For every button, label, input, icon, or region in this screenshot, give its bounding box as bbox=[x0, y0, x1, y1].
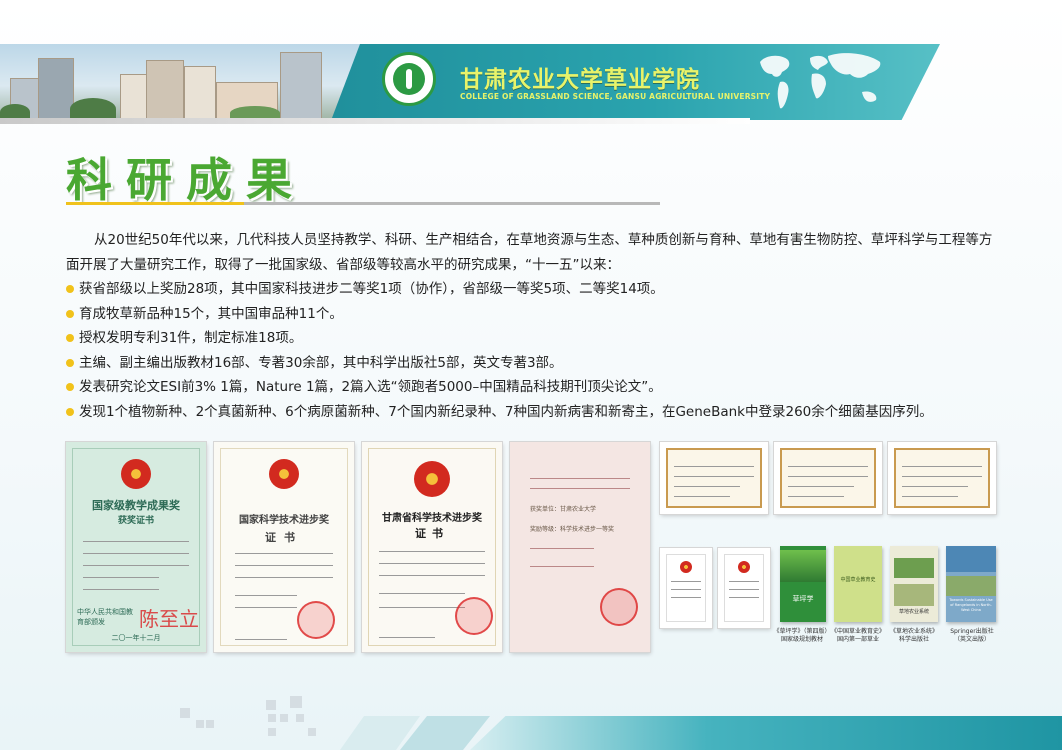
cert-title: 国家科学技术进步奖 bbox=[239, 515, 329, 526]
achievement-item: 授权发明专利31件，制定标准18项。 bbox=[66, 326, 996, 351]
patent-certificate bbox=[660, 442, 768, 514]
book-caption: 《草坪学》（第四版） 国家级规划教材 bbox=[773, 628, 831, 643]
world-map-icon bbox=[760, 53, 881, 109]
title-underline bbox=[66, 202, 660, 205]
book-caption: 《草地农业系统》 科学出版社 bbox=[889, 628, 938, 643]
page-title: 科研成果 bbox=[66, 153, 306, 207]
cert-signature: 陈至立 bbox=[139, 607, 199, 631]
book-cover: 草坪学 bbox=[780, 546, 826, 622]
bullet-dot-icon bbox=[66, 407, 74, 416]
cert-issuer: 中华人民共和国教育部颁发 bbox=[77, 608, 133, 626]
achievement-item: 育成牧草新品种15个，其中国审品种11个。 bbox=[66, 302, 996, 327]
achievement-item: 发现1个植物新种、2个真菌新种、6个病原菌新种、7个国内新纪录种、7种国内新病害… bbox=[66, 400, 996, 425]
header-divider bbox=[0, 118, 750, 124]
bullet-dot-icon bbox=[66, 285, 74, 294]
bullet-dot-icon bbox=[66, 334, 74, 343]
cert-line-2: 奖励等级：科学技术进步一等奖 bbox=[530, 526, 615, 533]
achievements-text: 从20世纪50年代以来，几代科技人员坚持教学、科研、生产相结合，在草地资源与生态… bbox=[66, 228, 996, 424]
campus-photo bbox=[0, 44, 360, 120]
cert-title: 国家级教学成果奖 bbox=[92, 499, 180, 512]
book-cover: 草地农业系统 bbox=[890, 546, 938, 622]
cert-title: 甘肃省科学技术进步奖 bbox=[382, 513, 482, 524]
book-caption: Springer出版社 （英文出版） bbox=[950, 628, 994, 643]
book-cover: Towards Sustainable Use of Rangelands in… bbox=[946, 546, 996, 622]
patent-certificate bbox=[774, 442, 882, 514]
cert-subtitle: 获奖证书 bbox=[117, 516, 154, 526]
college-name-en: COLLEGE OF GRASSLAND SCIENCE, GANSU AGRI… bbox=[460, 92, 771, 101]
cert-subtitle: 证书 bbox=[265, 531, 303, 544]
achievement-item: 发表研究论文ESI前3% 1篇，Nature 1篇，2篇入选“领跑者5000–中… bbox=[66, 375, 996, 400]
bullet-dot-icon bbox=[66, 309, 74, 318]
cert-subtitle: 证书 bbox=[415, 527, 449, 540]
standard-certificate bbox=[718, 548, 770, 628]
achievement-item: 获省部级以上奖励28项，其中国家科技进步二等奖1项（协作），省部级一等奖5项、二… bbox=[66, 277, 996, 302]
book-caption: 《中国草业教育史》 国内第一部草业 bbox=[830, 628, 885, 643]
national-award-certificate: 国家科学技术进步奖 证书 bbox=[214, 442, 354, 652]
award-certificate-pink: 获奖单位：甘肃农业大学 奖励等级：科学技术进步一等奖 bbox=[510, 442, 650, 652]
bullet-dot-icon bbox=[66, 383, 74, 392]
bottom-decoration bbox=[0, 696, 1062, 750]
header-banner: 甘肃农业大学草业学院 COLLEGE OF GRASSLAND SCIENCE,… bbox=[0, 44, 950, 120]
cert-line-1: 获奖单位：甘肃农业大学 bbox=[530, 506, 597, 513]
provincial-award-certificate: 甘肃省科学技术进步奖 证书 bbox=[362, 442, 502, 652]
achievement-item: 主编、副主编出版教材16部、专著30余部，其中科学出版社5部，英文专著3部。 bbox=[66, 351, 996, 376]
cert-date: 二〇一年十二月 bbox=[111, 634, 161, 642]
bullet-dot-icon bbox=[66, 358, 74, 367]
university-logo bbox=[382, 52, 436, 106]
book-cover: 中国草业教育史 bbox=[834, 546, 882, 622]
college-name-cn: 甘肃农业大学草业学院 bbox=[460, 67, 700, 93]
standard-certificate bbox=[660, 548, 712, 628]
teaching-award-certificate: 国家级教学成果奖 获奖证书 中华人民共和国教育部颁发 陈至立 二〇一年十二月 bbox=[66, 442, 206, 652]
achievement-photos: 国家级教学成果奖 获奖证书 中华人民共和国教育部颁发 陈至立 二〇一年十二月 国… bbox=[0, 438, 1062, 668]
patent-certificate bbox=[888, 442, 996, 514]
intro-paragraph: 从20世纪50年代以来，几代科技人员坚持教学、科研、生产相结合，在草地资源与生态… bbox=[66, 232, 993, 273]
